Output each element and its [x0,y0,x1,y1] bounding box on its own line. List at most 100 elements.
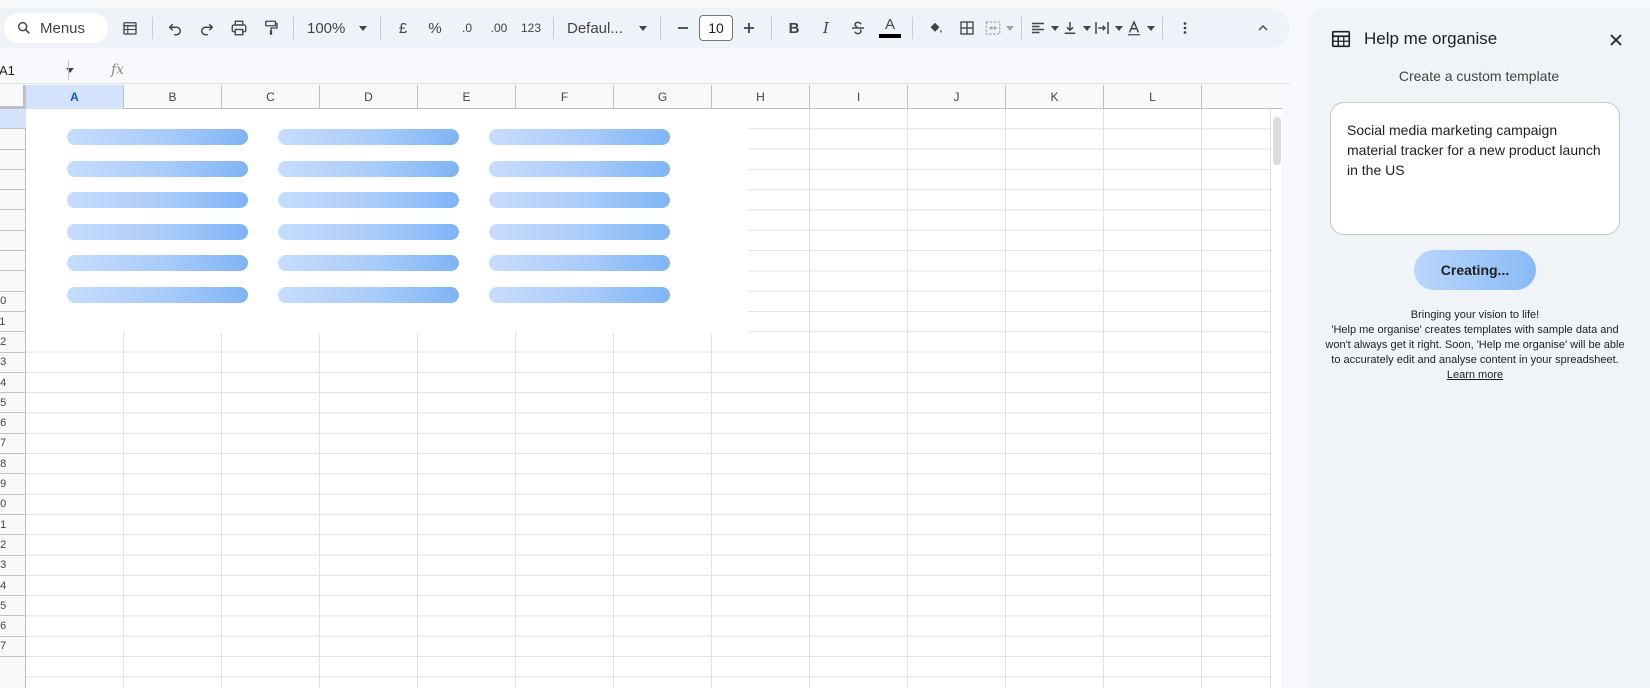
loading-placeholder-bar [489,160,670,177]
row-header-23[interactable]: 23 [0,556,26,576]
toolbar-divider [660,17,661,39]
row-header-20[interactable]: 20 [0,495,26,515]
collapse-menus-button[interactable] [1248,13,1278,43]
decrease-decimal-label: .0 [461,21,472,35]
formula-input[interactable] [131,59,1290,81]
row-header-11[interactable]: 11 [0,312,26,333]
row-header-24[interactable]: 24 [0,576,26,597]
toolbar: Menus 100% £ % .0 .00 123 Defaul... 10 B… [0,8,1290,48]
horizontal-align-button[interactable] [1029,13,1059,43]
font-value: Defaul... [567,19,623,37]
column-header-l[interactable]: L [1104,85,1202,109]
row-header-12[interactable]: 12 [0,332,26,353]
borders-button[interactable] [952,13,982,43]
toolbar-divider [912,17,913,39]
fx-icon: fx [111,62,125,78]
undo-button[interactable] [160,13,190,43]
column-header-c[interactable]: C [222,85,320,109]
column-header-d[interactable]: D [320,85,418,109]
creating-button[interactable]: Creating... [1414,250,1536,290]
fill-color-icon [930,22,942,33]
learn-more-link[interactable]: Learn more [1447,369,1503,381]
redo-icon [201,23,214,36]
text-rotation-button[interactable] [1125,13,1155,43]
increase-decimal-button[interactable]: .00 [484,13,514,43]
row-header-15[interactable]: 15 [0,393,26,414]
column-header-f[interactable]: F [516,85,614,109]
loading-placeholder-bar [67,223,248,240]
column-header-b[interactable]: B [124,85,222,109]
vertical-align-button[interactable] [1061,13,1091,43]
decrease-font-size-button[interactable] [668,13,698,43]
strikethrough-button[interactable] [843,13,873,43]
more-options-button[interactable] [1170,13,1200,43]
template-prompt-input[interactable]: Social media marketing campaign material… [1330,102,1620,235]
search-menus-button[interactable]: Menus [4,13,108,43]
vertical-scrollbar[interactable] [1270,109,1282,688]
decrease-decimal-button[interactable]: .0 [452,13,482,43]
row-header-3[interactable]: 3 [0,150,26,170]
row-header-25[interactable]: 25 [0,596,26,617]
number-format-button[interactable]: 123 [516,13,546,43]
row-header-14[interactable]: 14 [0,373,26,394]
fill-color-button[interactable] [920,13,950,43]
row-number: 13 [0,356,7,369]
table-template-icon [1331,30,1351,48]
italic-label: I [823,19,829,37]
template-loading-overlay [26,109,748,333]
row-header-22[interactable]: 22 [0,535,26,556]
column-header-i[interactable]: I [810,85,908,109]
close-panel-button[interactable] [1606,30,1626,50]
row-header-21[interactable]: 21 [0,515,26,536]
column-header-j[interactable]: J [908,85,1006,109]
row-header-8[interactable]: 8 [0,251,26,272]
increase-font-size-button[interactable] [734,13,764,43]
paint-format-button[interactable] [256,13,286,43]
italic-button[interactable]: I [811,13,841,43]
text-wrapping-button[interactable] [1093,13,1123,43]
column-header-h[interactable]: H [712,85,810,109]
row-header-17[interactable]: 17 [0,434,26,455]
loading-placeholder-bar [489,255,670,271]
redo-button[interactable] [192,13,222,43]
calendar-icon [123,22,137,35]
select-all-corner[interactable] [0,85,26,109]
row-header-27[interactable]: 27 [0,637,26,658]
scrollbar-thumb[interactable] [1273,117,1281,165]
row-header-10[interactable]: 10 [0,292,26,312]
print-button[interactable] [224,13,254,43]
row-header-26[interactable]: 26 [0,617,26,637]
column-header-k[interactable]: K [1006,85,1104,109]
column-header-g[interactable]: G [614,85,712,109]
text-color-button[interactable]: A [875,13,905,43]
row-header-7[interactable]: 7 [0,231,26,252]
merge-cells-button[interactable] [984,13,1014,43]
column-header-e[interactable]: E [418,85,516,109]
template-button[interactable] [115,13,145,43]
percent-format-button[interactable]: % [420,13,450,43]
formula-divider [68,60,69,80]
currency-format-button[interactable]: £ [388,13,418,43]
row-header-19[interactable]: 19 [0,474,26,495]
row-header-5[interactable]: 5 [0,190,26,211]
row-header-16[interactable]: 16 [0,414,26,434]
row-header-6[interactable]: 6 [0,211,26,231]
panel-title: Help me organise [1364,29,1498,48]
font-select[interactable]: Defaul... [561,13,653,43]
text-rotation-icon [1128,20,1140,36]
loading-placeholder-bar [278,286,459,303]
row-header-9[interactable]: 9 [0,271,26,292]
toolbar-divider [771,17,772,39]
row-header-13[interactable]: 13 [0,353,26,373]
font-size-input[interactable]: 10 [699,15,733,41]
row-header-2[interactable]: 2 [0,129,26,150]
row-number: 21 [0,518,7,531]
bold-button[interactable]: B [779,13,809,43]
column-header-a[interactable]: A [26,85,124,109]
currency-label: £ [398,19,408,37]
row-header-18[interactable]: 18 [0,454,26,475]
toolbar-divider [1021,17,1022,39]
row-header-4[interactable]: 4 [0,170,26,191]
zoom-select[interactable]: 100% [301,13,373,43]
row-header-1[interactable]: 1 [0,109,26,130]
